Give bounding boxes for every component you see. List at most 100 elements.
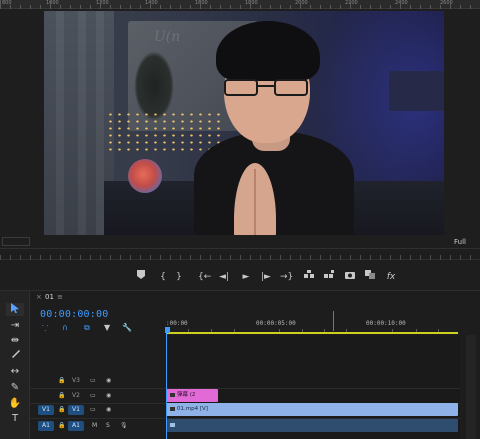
monitor-ruler-tick (280, 255, 281, 260)
top-ruler-tick (0, 0, 1, 9)
step-back-button[interactable]: ◄| (218, 270, 230, 284)
premiere-window: 800 1000 1200 1400 1600 1800 2000 2200 2… (0, 0, 480, 439)
step-forward-button[interactable]: |► (260, 270, 272, 284)
monitor-ruler-tick (110, 255, 111, 260)
compare-view-icon[interactable] (364, 270, 376, 284)
monitor-ruler-tick (220, 255, 221, 260)
playhead-timecode[interactable]: 00:00:00:00 (40, 309, 108, 320)
monitor-ruler-tick (430, 255, 431, 260)
close-sequence-icon[interactable]: × (36, 293, 42, 301)
solo-button[interactable]: S (106, 419, 110, 433)
ruler-label: 1400 (145, 0, 158, 6)
track-name[interactable]: A1 (68, 421, 84, 431)
hand-tool-icon[interactable]: ✋ (6, 397, 24, 410)
ruler-label: 2400 (395, 0, 408, 6)
lift-icon[interactable] (303, 270, 315, 284)
monitor-ruler-tick (340, 255, 341, 260)
video-person-hair (216, 21, 320, 81)
monitor-ruler-tick (250, 255, 251, 260)
monitor-ruler-tick (130, 255, 131, 260)
top-ruler-tick (400, 0, 401, 9)
go-to-out-button[interactable]: →} (280, 270, 293, 284)
snap-icon[interactable]: ∩ (62, 323, 68, 332)
lock-icon[interactable]: 🔒 (58, 403, 65, 417)
eye-icon[interactable]: ◉ (106, 389, 111, 403)
monitor-time-ruler[interactable] (0, 248, 480, 260)
monitor-ruler-tick (310, 255, 311, 260)
type-tool-icon[interactable]: T (6, 412, 24, 425)
ruler-label: 1800 (245, 0, 258, 6)
lock-icon[interactable]: 🔒 (58, 389, 65, 403)
video-shelf (389, 71, 444, 111)
monitor-ruler-tick (350, 255, 351, 260)
monitor-ruler-tick (70, 255, 71, 260)
audio-clip[interactable] (166, 419, 458, 432)
title-clip[interactable]: 彈幕 (2 (166, 389, 218, 402)
ruler-time-label: :00:00 (166, 320, 188, 327)
add-marker-timeline-icon[interactable]: ▼ (104, 323, 110, 332)
eye-icon[interactable]: ◉ (106, 403, 111, 417)
top-ruler-tick (300, 0, 301, 9)
selection-tool-icon[interactable] (6, 303, 24, 316)
monitor-ruler-tick (100, 255, 101, 260)
video-clip[interactable]: 01.mp4 [V] (166, 403, 458, 416)
track-select-tool-icon[interactable]: ⇥ (6, 319, 24, 332)
go-to-in-button[interactable]: {← (198, 270, 211, 284)
mark-out-button[interactable]: } (174, 270, 184, 284)
source-patch-v1[interactable]: V1 (38, 405, 54, 415)
monitor-ruler-tick (320, 255, 321, 260)
sequence-name[interactable]: 01 (45, 293, 54, 301)
nest-sequence-icon[interactable]: ⸪ (42, 323, 49, 334)
ruler-time-label: 00:00:10:00 (366, 320, 406, 327)
add-marker-icon[interactable] (136, 270, 146, 284)
monitor-ruler-tick (170, 255, 171, 260)
ruler-label: 1000 (46, 0, 59, 6)
ripple-edit-tool-icon[interactable]: ⇹ (6, 334, 24, 347)
sync-lock-icon[interactable]: ▭ (90, 403, 96, 417)
resolution-select[interactable]: Full (454, 238, 466, 246)
marker-indicator (333, 311, 334, 331)
export-frame-camera-icon[interactable] (344, 270, 356, 284)
program-video-frame[interactable]: U(n (44, 11, 444, 235)
top-ruler-tick (100, 0, 101, 9)
tools-panel: ⇥ ⇹ ↔ ✎ ✋ T (0, 291, 30, 439)
source-patch-a1[interactable]: A1 (38, 421, 54, 431)
fx-button[interactable]: fx (385, 270, 397, 284)
sequence-menu-icon[interactable]: ≡ (57, 293, 63, 301)
mute-button[interactable]: M (92, 419, 97, 433)
sync-lock-icon[interactable]: ▭ (90, 374, 96, 388)
monitor-ruler-tick (160, 255, 161, 260)
track-name[interactable]: V3 (68, 376, 84, 386)
play-button[interactable]: ► (240, 270, 252, 284)
linked-selection-icon[interactable]: ⧉ (84, 323, 90, 333)
monitor-ruler-tick (120, 255, 121, 260)
lock-icon[interactable]: 🔒 (58, 419, 65, 433)
monitor-ruler-tick (10, 255, 11, 260)
track-name[interactable]: V1 (68, 405, 84, 415)
monitor-ruler-tick (50, 255, 51, 260)
mark-in-button[interactable]: { (158, 270, 168, 284)
video-curtain (56, 11, 64, 235)
extract-icon[interactable] (323, 270, 335, 284)
track-name[interactable]: V2 (68, 391, 84, 401)
razor-tool-icon[interactable] (6, 349, 24, 362)
ruler-time-label: 00:00:05:00 (256, 320, 296, 327)
monitor-ruler-tick (380, 255, 381, 260)
pen-tool-icon[interactable]: ✎ (6, 381, 24, 394)
monitor-ruler-tick (420, 255, 421, 260)
slip-tool-icon[interactable]: ↔ (6, 365, 24, 378)
sequence-tab[interactable]: × 01 ≡ (30, 291, 480, 303)
top-ruler-tick (50, 0, 51, 9)
microphone-icon[interactable]: 🎙 (120, 419, 128, 433)
zoom-level-select[interactable] (2, 237, 30, 246)
monitor-ruler-tick (60, 255, 61, 260)
glasses-bridge (258, 85, 274, 87)
monitor-ruler-tick (330, 255, 331, 260)
playhead-line[interactable] (166, 333, 167, 439)
work-area-bar[interactable] (166, 332, 458, 334)
sync-lock-icon[interactable]: ▭ (90, 389, 96, 403)
monitor-ruler-tick (210, 255, 211, 260)
eye-icon[interactable]: ◉ (106, 374, 111, 388)
timeline-settings-icon[interactable]: 🔧 (122, 323, 132, 332)
lock-icon[interactable]: 🔒 (58, 374, 65, 388)
